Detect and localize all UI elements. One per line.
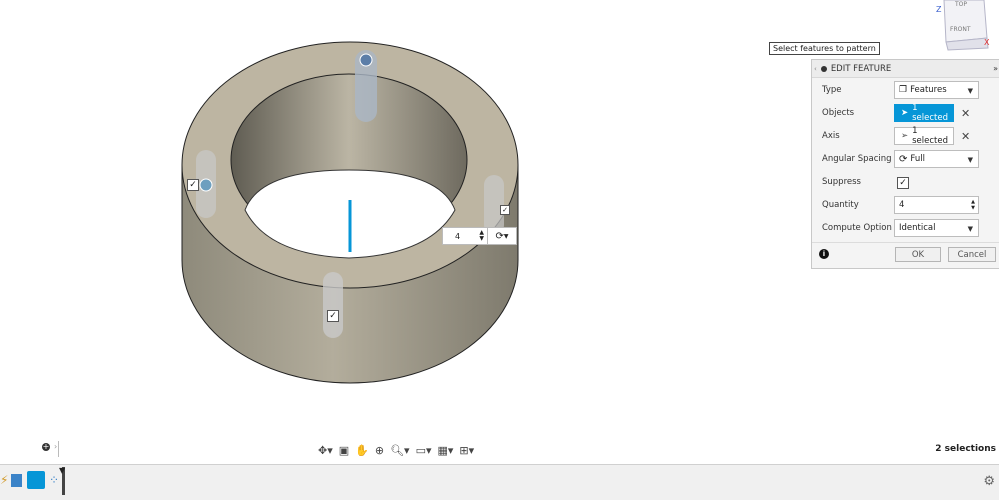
ok-button[interactable]: OK xyxy=(895,247,941,262)
timeline-feature-icon[interactable]: ⚡ xyxy=(0,473,8,487)
timeline-body-icon[interactable] xyxy=(11,474,22,487)
instance-checkbox-front[interactable]: ✓ xyxy=(327,310,339,322)
expand-icon[interactable]: › xyxy=(54,442,57,451)
info-icon[interactable]: i xyxy=(819,249,829,259)
axis-z-label: Z xyxy=(936,5,942,14)
collapse-left-icon[interactable]: ‹ xyxy=(814,65,817,73)
suppress-row: Suppress ✓ xyxy=(812,172,999,192)
objects-label: Objects xyxy=(822,108,855,118)
objects-row: Objects ➤ 1 selected ✕ xyxy=(812,103,999,123)
axis-selector[interactable]: ➢ 1 selected xyxy=(894,126,954,146)
canvas-quantity-value: 4 xyxy=(455,231,461,241)
chevron-down-icon: ▼ xyxy=(967,87,973,95)
type-row: Type ❐ Features ▼ xyxy=(812,80,999,100)
axis-label: Axis xyxy=(822,131,840,141)
edit-feature-panel: ‹ EDIT FEATURE » Type ❐ Features ▼ Objec… xyxy=(811,59,999,269)
timeline-circular-pattern-icon[interactable]: ⁘ xyxy=(49,473,59,487)
type-value: Features xyxy=(910,85,947,95)
rotate-icon: ⟳ xyxy=(899,153,908,165)
cursor-icon: ➤ xyxy=(901,108,909,118)
viewcube-top-label: TOP xyxy=(955,1,968,8)
quantity-row: Quantity 4 ▲ ▼ xyxy=(812,195,999,215)
quantity-value: 4 xyxy=(899,200,905,210)
navigation-toolbar: ✥▾ ▣ ✋ ⊕ 🔍︎▾ ▭▾ ▦▾ ⊞▾ xyxy=(318,441,508,459)
pattern-instance-front[interactable] xyxy=(323,272,343,338)
spinner-icon[interactable]: ▲ ▼ xyxy=(971,199,975,211)
cursor-icon: ➢ xyxy=(901,131,909,141)
quantity-label: Quantity xyxy=(822,200,859,210)
orbit-icon[interactable]: ✥▾ xyxy=(318,444,333,457)
angular-spacing-label: Angular Spacing xyxy=(822,154,892,164)
feature-handle-icon[interactable] xyxy=(359,53,373,67)
panel-divider xyxy=(812,242,999,243)
compute-option-row: Compute Option Identical ▼ xyxy=(812,218,999,238)
viewports-icon[interactable]: ⊞▾ xyxy=(459,444,474,457)
angular-spacing-row: Angular Spacing ⟳ Full ▼ xyxy=(812,149,999,169)
add-icon[interactable]: + xyxy=(42,443,50,451)
compute-option-dropdown[interactable]: Identical ▼ xyxy=(894,219,979,237)
instance-marker-left-icon xyxy=(199,178,213,192)
canvas-angular-dropdown[interactable]: ⟳ ▼ xyxy=(487,227,517,245)
display-settings-icon[interactable]: ▭▾ xyxy=(416,444,432,457)
cancel-button[interactable]: Cancel xyxy=(948,247,996,262)
timeline-bar: ⚡ ⁘ ▼ ⚙ xyxy=(0,464,999,500)
chevron-down-icon: ▼ xyxy=(967,225,973,233)
tooltip: Select features to pattern xyxy=(769,42,880,55)
clear-axis-icon[interactable]: ✕ xyxy=(961,130,970,143)
selection-count: 2 selections xyxy=(935,444,996,454)
instance-checkbox-left[interactable]: ✓ xyxy=(187,179,199,191)
gear-icon[interactable]: ⚙ xyxy=(983,474,995,489)
instance-checkbox-right[interactable]: ✓ xyxy=(500,205,510,215)
suppress-checkbox[interactable]: ✓ xyxy=(897,177,909,189)
compute-option-value: Identical xyxy=(899,223,936,233)
spinner-icon[interactable]: ▲ ▼ xyxy=(479,230,484,242)
panel-dot-icon[interactable] xyxy=(820,65,827,72)
angular-spacing-value: Full xyxy=(910,154,925,164)
rotate-icon: ⟳ xyxy=(495,230,504,242)
objects-value: 1 selected xyxy=(912,103,949,123)
timeline-pattern-icon[interactable] xyxy=(27,471,45,489)
grid-icon[interactable]: ▦▾ xyxy=(438,444,454,457)
axis-value: 1 selected xyxy=(912,126,949,146)
angular-spacing-dropdown[interactable]: ⟳ Full ▼ xyxy=(894,150,979,168)
panel-title: EDIT FEATURE xyxy=(830,63,892,74)
type-label: Type xyxy=(822,85,842,95)
zoom-icon[interactable]: 🔍︎▾ xyxy=(390,444,410,457)
canvas-quantity-input[interactable]: 4 ▲ ▼ xyxy=(442,227,488,245)
chevron-down-icon: ▼ xyxy=(967,156,973,164)
viewcube-front-label: FRONT xyxy=(950,26,971,33)
look-at-icon[interactable]: ▣ xyxy=(339,444,349,457)
compute-option-label: Compute Option xyxy=(822,223,892,233)
expand-panel-icon[interactable]: » xyxy=(993,64,998,73)
pan-hand-icon[interactable]: ✋ xyxy=(355,444,369,457)
clear-objects-icon[interactable]: ✕ xyxy=(961,107,970,120)
suppress-label: Suppress xyxy=(822,177,861,187)
features-icon: ❐ xyxy=(899,85,908,95)
axis-row: Axis ➢ 1 selected ✕ xyxy=(812,126,999,146)
browser-collapsed-strip: + › xyxy=(0,441,59,457)
axis-x-label: X xyxy=(984,38,990,47)
quantity-input[interactable]: 4 ▲ ▼ xyxy=(894,196,979,214)
timeline-marker-head-icon[interactable]: ▼ xyxy=(59,466,65,475)
zoom-window-icon[interactable]: ⊕ xyxy=(375,444,384,457)
objects-selector[interactable]: ➤ 1 selected xyxy=(894,103,954,123)
viewcube[interactable]: TOP FRONT Z X xyxy=(930,0,999,52)
type-dropdown[interactable]: ❐ Features ▼ xyxy=(894,81,979,99)
